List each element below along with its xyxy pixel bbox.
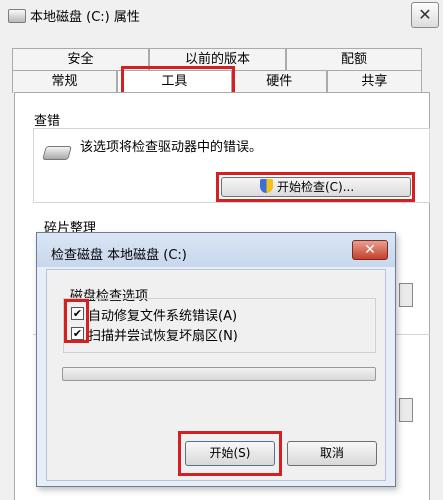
auto-fix-label[interactable]: 自动修复文件系统错误(A): [88, 305, 237, 324]
background-button: [399, 283, 413, 307]
progress-bar: [62, 367, 376, 381]
dialog-close-button[interactable]: ✕: [352, 240, 388, 260]
tab-hardware[interactable]: 硬件: [231, 70, 327, 93]
close-button[interactable]: ✕: [411, 2, 439, 28]
hard-drive-icon: [42, 146, 72, 160]
background-button: [399, 398, 413, 422]
tab-quota[interactable]: 配额: [286, 48, 423, 71]
tab-general[interactable]: 常规: [12, 70, 117, 93]
window-title: 本地磁盘 (C:) 属性: [30, 10, 140, 25]
tab-sharing[interactable]: 共享: [326, 70, 422, 93]
cancel-button[interactable]: 取消: [287, 441, 377, 466]
drive-icon: [8, 9, 26, 23]
start-check-highlight: [216, 172, 415, 202]
checkbox-highlight: [64, 299, 89, 343]
dialog-title: 检查磁盘 本地磁盘 (C:): [51, 248, 187, 263]
start-button-highlight: [178, 431, 282, 476]
error-check-section-label: 查错: [34, 114, 61, 129]
error-check-description: 该选项将检查驱动器中的错误。: [80, 140, 263, 155]
scan-recover-label[interactable]: 扫描并尝试恢复坏扇区(N): [88, 325, 238, 344]
